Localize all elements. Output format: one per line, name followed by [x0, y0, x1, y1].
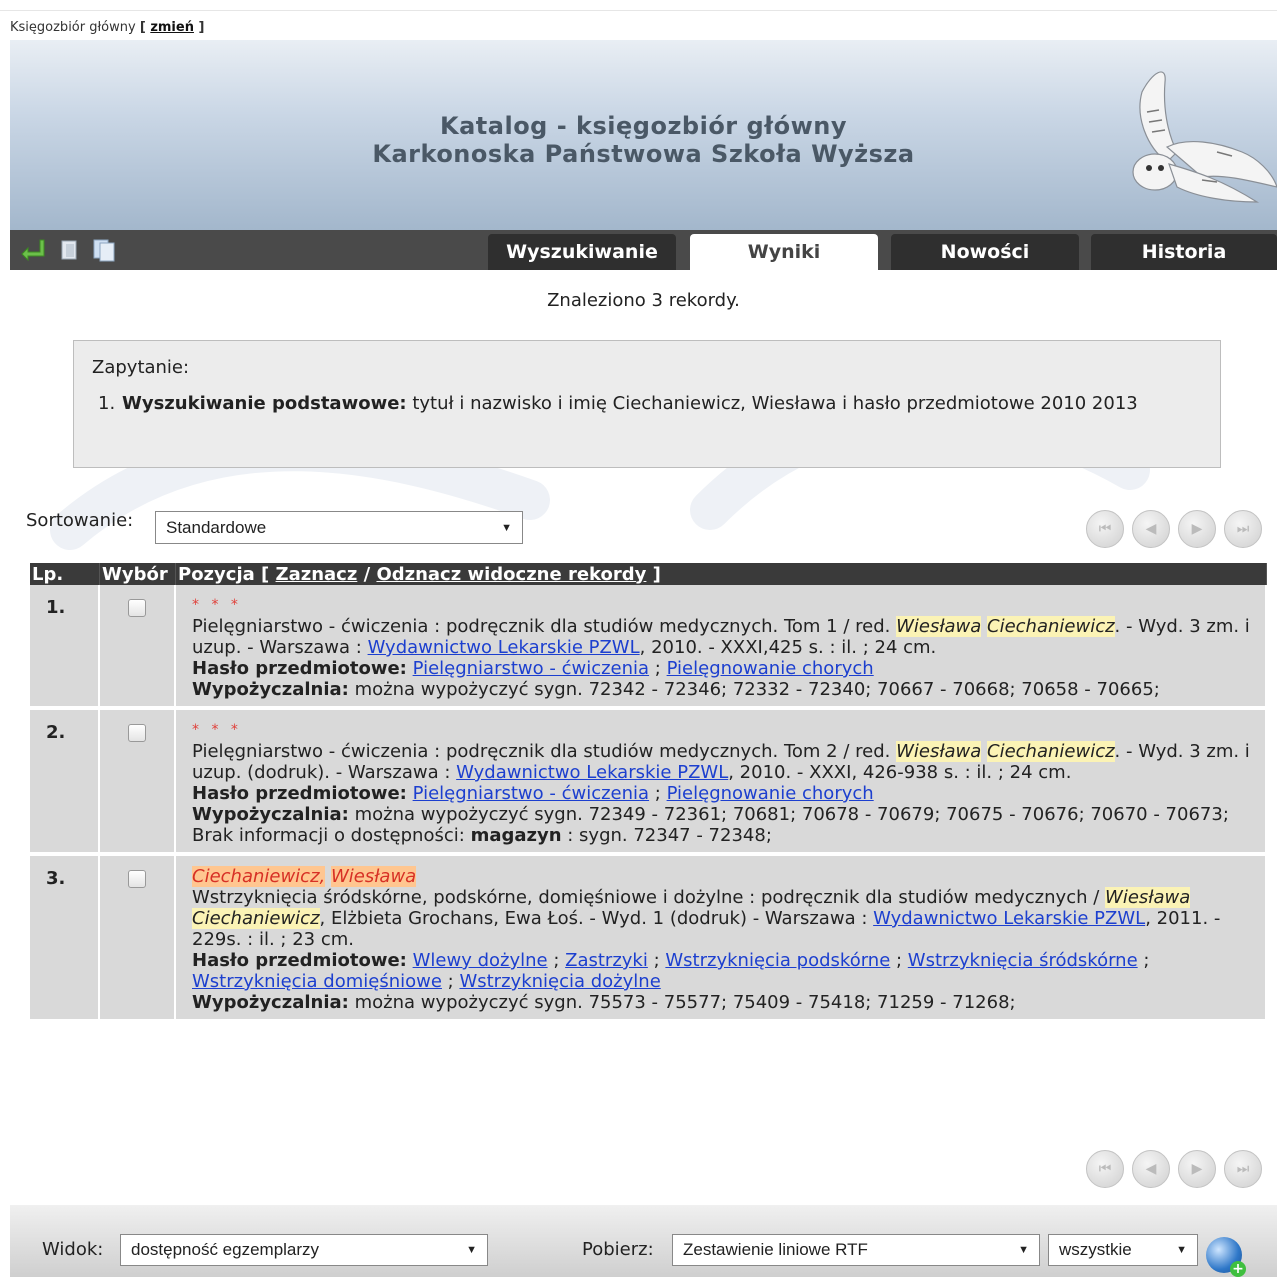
view-select[interactable]: dostępność egzemplarzy ▼ [120, 1234, 488, 1266]
top-bar: Księgozbiór główny [ zmień ] [0, 0, 1277, 40]
highlight-name: Wiesława [896, 741, 982, 762]
sort-label: Sortowanie: [26, 510, 134, 531]
subject-link[interactable]: Wstrzyknięcia podskórne [665, 950, 890, 971]
record-checkbox[interactable] [128, 870, 146, 888]
query-box: Zapytanie: 1. Wyszukiwanie podstawowe: t… [73, 340, 1221, 468]
query-item: 1. Wyszukiwanie podstawowe: tytuł i nazw… [98, 393, 1192, 414]
tab-historia[interactable]: Historia [1091, 234, 1277, 270]
select-visible-link[interactable]: Zaznacz [276, 564, 358, 585]
return-icon[interactable] [20, 238, 46, 262]
highlight-surname: Ciechaniewicz [192, 908, 320, 929]
record-number: 2. [30, 710, 100, 856]
subject-link[interactable]: Wlewy dożylne [413, 950, 548, 971]
header-banner: Katalog - księgozbiór główny Karkonoska … [10, 40, 1277, 230]
highlight-name: Wiesława [896, 616, 982, 637]
chevron-down-icon: ▼ [466, 1244, 477, 1256]
subject-link[interactable]: Pielęgnowanie chorych [667, 783, 874, 804]
col-choice: Wybór [100, 563, 176, 585]
results-count: Znaleziono 3 rekordy. [547, 290, 740, 311]
prev-page-icon[interactable]: ◀ [1132, 1150, 1170, 1188]
highlight-name: Wiesława [1105, 887, 1191, 908]
collection-switcher: Księgozbiór główny [ zmień ] [10, 20, 205, 35]
first-page-icon[interactable]: ⏮ [1086, 510, 1124, 548]
col-lp: Lp. [30, 563, 100, 585]
toolbar-icons [20, 238, 118, 262]
view-select-value: dostępność egzemplarzy [131, 1240, 320, 1259]
subject-link[interactable]: Zastrzyki [565, 950, 648, 971]
chevron-down-icon: ▼ [501, 521, 512, 534]
download-scope-select[interactable]: wszystkie ▼ [1048, 1234, 1198, 1266]
query-type: Wyszukiwanie podstawowe: [122, 393, 407, 414]
pager-top: ⏮ ◀ ▶ ⏭ [1086, 510, 1262, 548]
deselect-visible-link[interactable]: Odznacz widoczne rekordy [376, 564, 646, 585]
author-name: Wiesława [331, 866, 417, 887]
table-row: 3. Ciechaniewicz, Wiesława Wstrzyknięcia… [30, 856, 1267, 1023]
results-panel: Znaleziono 3 rekordy. Zapytanie: 1. Wysz… [10, 270, 1277, 1205]
publisher-link[interactable]: Wydawnictwo Lekarskie PZWL [368, 637, 640, 658]
col-position: Pozycja [ Zaznacz / Odznacz widoczne rek… [176, 563, 1267, 585]
page-subtitle: Karkonoska Państwowa Szkoła Wyższa [372, 140, 915, 168]
record-number: 3. [30, 856, 100, 1023]
last-page-icon[interactable]: ⏭ [1224, 510, 1262, 548]
author-surname: Ciechaniewicz, [192, 866, 326, 887]
next-page-icon[interactable]: ▶ [1178, 510, 1216, 548]
top-decoration [0, 0, 1277, 11]
sort-select[interactable]: Standardowe ▼ [155, 511, 523, 544]
query-number: 1. [98, 393, 116, 414]
highlight-surname: Ciechaniewicz [987, 741, 1115, 762]
download-label: Pobierz: [582, 1239, 654, 1260]
record-number: 1. [30, 585, 100, 710]
query-label: Zapytanie: [92, 357, 190, 378]
chevron-down-icon: ▼ [1176, 1244, 1187, 1256]
record-checkbox[interactable] [128, 724, 146, 742]
record-details: * * * Pielęgniarstwo - ćwiczenia : podrę… [176, 585, 1267, 710]
publisher-link[interactable]: Wydawnictwo Lekarskie PZWL [873, 908, 1145, 929]
download-scope-value: wszystkie [1059, 1240, 1132, 1259]
query-text: tytuł i nazwisko i imię Ciechaniewicz, W… [412, 393, 1138, 414]
change-collection-link[interactable]: zmień [150, 20, 194, 35]
table-row: 1. * * * Pielęgniarstwo - ćwiczenia : po… [30, 585, 1267, 710]
subject-link[interactable]: Pielęgnowanie chorych [667, 658, 874, 679]
last-page-icon[interactable]: ⏭ [1224, 1150, 1262, 1188]
record-checkbox[interactable] [128, 599, 146, 617]
owl-logo [1132, 71, 1277, 203]
sort-select-value: Standardowe [166, 517, 267, 537]
publisher-link[interactable]: Wydawnictwo Lekarskie PZWL [456, 762, 728, 783]
prev-page-icon[interactable]: ◀ [1132, 510, 1170, 548]
record-details: Ciechaniewicz, Wiesława Wstrzyknięcia śr… [176, 856, 1267, 1023]
view-label: Widok: [42, 1239, 104, 1260]
rating-stars: * * * [192, 722, 242, 738]
copy-icon[interactable] [56, 238, 82, 262]
subject-link[interactable]: Wstrzyknięcia dożylne [459, 971, 660, 992]
pager-bottom: ⏮ ◀ ▶ ⏭ [1086, 1150, 1262, 1188]
results-table: Lp. Wybór Pozycja [ Zaznacz / Odznacz wi… [30, 563, 1267, 1023]
table-row: 2. * * * Pielęgniarstwo - ćwiczenia : po… [30, 710, 1267, 856]
page-title: Katalog - księgozbiór główny [440, 112, 847, 140]
globe-download-icon[interactable]: + [1206, 1237, 1246, 1277]
subject-link[interactable]: Pielęgniarstwo - ćwiczenia [413, 783, 649, 804]
tab-bar: Wyszukiwanie Wyniki Nowości Historia [10, 230, 1277, 270]
chevron-down-icon: ▼ [1018, 1244, 1029, 1256]
highlight-surname: Ciechaniewicz [987, 616, 1115, 637]
tab-wyniki[interactable]: Wyniki [690, 234, 878, 270]
tab-nowosci[interactable]: Nowości [891, 234, 1079, 270]
collection-label: Księgozbiór główny [10, 20, 136, 35]
download-format-select[interactable]: Zestawienie liniowe RTF ▼ [672, 1234, 1040, 1266]
subject-link[interactable]: Wstrzyknięcia domięśniowe [192, 971, 442, 992]
copy-all-icon[interactable] [92, 238, 118, 262]
tab-wyszukiwanie[interactable]: Wyszukiwanie [488, 234, 676, 270]
first-page-icon[interactable]: ⏮ [1086, 1150, 1124, 1188]
subject-link[interactable]: Pielęgniarstwo - ćwiczenia [413, 658, 649, 679]
subject-link[interactable]: Wstrzyknięcia śródskórne [908, 950, 1138, 971]
record-details: * * * Pielęgniarstwo - ćwiczenia : podrę… [176, 710, 1267, 856]
download-format-value: Zestawienie liniowe RTF [683, 1240, 868, 1259]
rating-stars: * * * [192, 597, 242, 613]
next-page-icon[interactable]: ▶ [1178, 1150, 1216, 1188]
bottom-toolbar: Widok: dostępność egzemplarzy ▼ Pobierz:… [10, 1205, 1277, 1277]
